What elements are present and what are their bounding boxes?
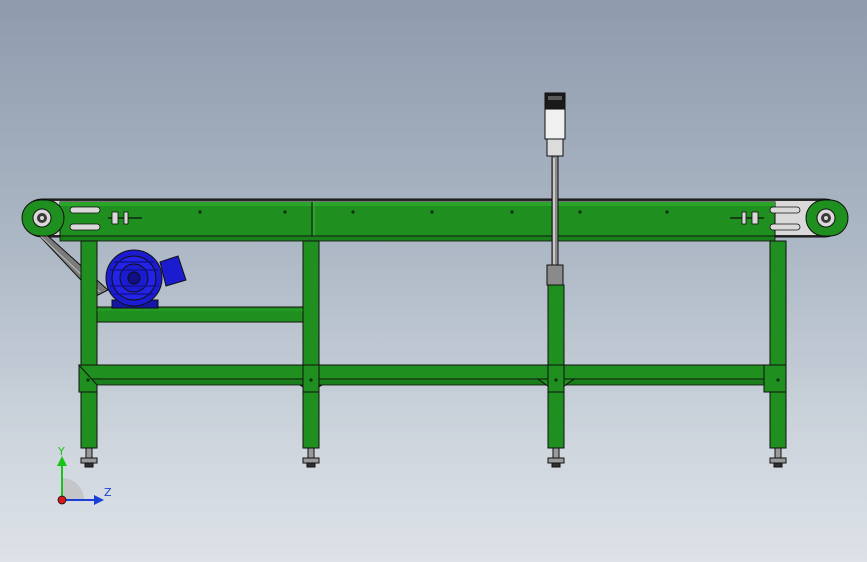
lower-frame bbox=[78, 363, 787, 393]
leveling-feet bbox=[80, 447, 787, 468]
motor-platform bbox=[96, 306, 304, 323]
conveyor-drawing: Y Z bbox=[21, 92, 849, 505]
cad-viewport[interactable]: Y Z bbox=[0, 0, 867, 562]
side-rail bbox=[59, 201, 776, 242]
photo-sensor-stand bbox=[544, 92, 566, 286]
coordinate-triad: Y Z bbox=[57, 445, 112, 505]
support-legs bbox=[80, 240, 787, 449]
z-axis-label: Z bbox=[104, 486, 112, 499]
drive-motor bbox=[105, 249, 187, 309]
y-axis-label: Y bbox=[57, 445, 65, 458]
